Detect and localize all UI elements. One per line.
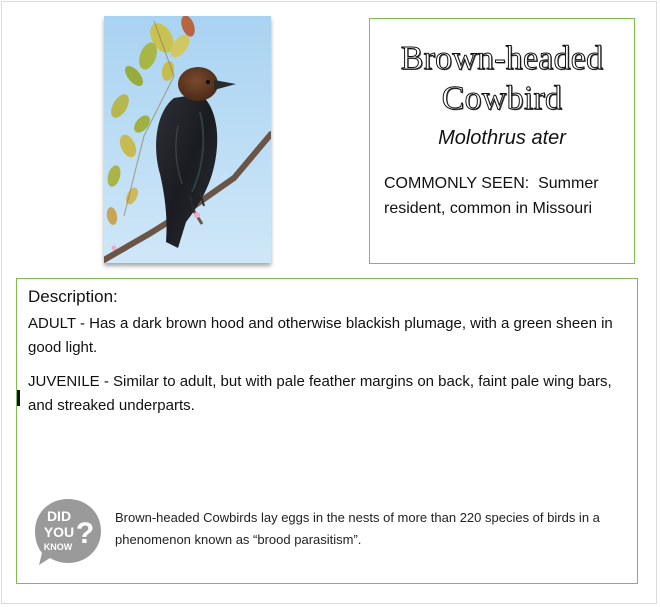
commonly-seen-label: COMMONLY SEEN: bbox=[384, 175, 530, 192]
dyk-line2: YOU bbox=[44, 524, 74, 540]
did-you-know-icon: DID YOU KNOW ? bbox=[31, 497, 105, 569]
dyk-question-mark: ? bbox=[76, 517, 94, 550]
description-heading: Description: bbox=[28, 287, 118, 306]
common-name-line1: Brown-headed bbox=[400, 40, 604, 78]
bird-photo bbox=[104, 16, 271, 263]
text-cursor bbox=[17, 390, 20, 406]
description-box: Description: ADULT - Has a dark brown ho… bbox=[16, 278, 638, 584]
adult-description: ADULT - Has a dark brown hood and otherw… bbox=[28, 315, 613, 356]
dyk-line3: KNOW bbox=[44, 542, 73, 552]
commonly-seen: COMMONLY SEEN: Summer resident, common i… bbox=[384, 171, 624, 221]
dyk-line1: DID bbox=[47, 508, 71, 524]
common-name-line2: Cowbird bbox=[441, 80, 563, 118]
title-box: Brown-headed Cowbird Molothrus ater COMM… bbox=[369, 18, 635, 264]
common-name: Brown-headed Cowbird bbox=[370, 39, 634, 119]
did-you-know-fact: Brown-headed Cowbirds lay eggs in the ne… bbox=[115, 510, 600, 547]
juvenile-description: JUVENILE - Similar to adult, but with pa… bbox=[28, 373, 612, 414]
scientific-name: Molothrus ater bbox=[438, 127, 566, 149]
